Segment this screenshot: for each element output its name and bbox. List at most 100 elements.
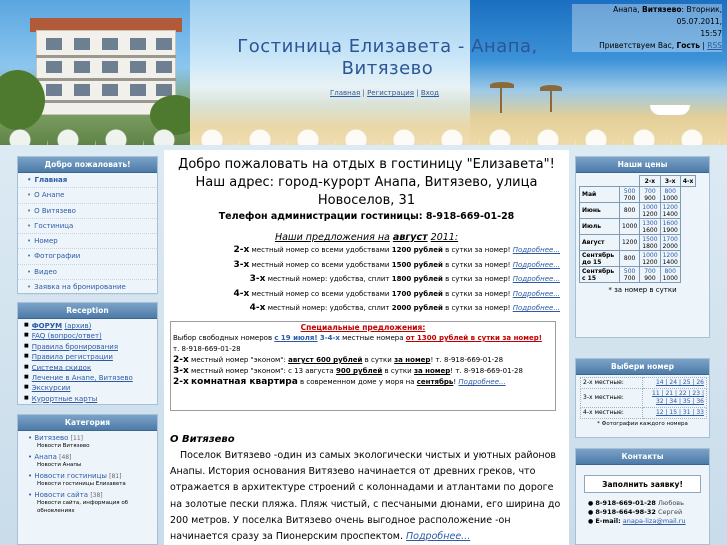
- room-links[interactable]: 11 | 21 | 22 | 23 | 32 | 34 | 35 | 36: [642, 388, 707, 408]
- location-prefix: Анапа,: [613, 5, 640, 14]
- menu-item-room[interactable]: • Номер: [18, 234, 157, 250]
- menu-item-label: Заявка на бронирование: [34, 283, 126, 292]
- contact-phone: ● 8-918-669-01-28 Любовь: [576, 499, 709, 508]
- menu-item-label: Фотографии: [34, 252, 81, 261]
- offers-list: 2-х местный номер со всеми удобствами 12…: [164, 243, 560, 316]
- category-item-site-news[interactable]: • Новости сайта [38]: [18, 488, 157, 499]
- special-date: с 19 июля!: [274, 334, 318, 342]
- offer-row: 4-х местный номер со всеми удобствами 17…: [164, 287, 560, 302]
- price-row: Июль 1000 1300 1600 1600 1900: [579, 218, 696, 235]
- menu-item-video[interactable]: • Видео: [18, 265, 157, 281]
- offer-type: 4-х: [233, 288, 250, 299]
- category-block: Категория • Витязево [11] Новости Витязе…: [17, 414, 158, 545]
- special-offer-line: 2-х комнатная квартира в современном дом…: [173, 377, 506, 387]
- reception-item-excursions[interactable]: ■ Экскурсии: [18, 383, 157, 393]
- contact-phone: ● 8-918-664-98-32 Сергей: [576, 508, 709, 517]
- more-link[interactable]: Подробнее...: [458, 378, 505, 386]
- room-links[interactable]: 12 | 15 | 31 | 33: [642, 407, 707, 419]
- nav-separator: |: [362, 89, 365, 97]
- main-content: Добро пожаловать на отдых в гостиницу "Е…: [164, 150, 569, 545]
- square-bullet-icon: ■: [24, 394, 29, 401]
- more-link[interactable]: Подробнее...: [513, 304, 560, 312]
- reception-item-registration-rules[interactable]: ■ Правила регистрации: [18, 352, 157, 362]
- menu-item-label: О Витязево: [34, 206, 76, 215]
- reception-item-label: Экскурсии: [31, 384, 71, 393]
- offer-row: 3-х местный номер: удобства, сплит 1800 …: [164, 272, 560, 287]
- offer-text-post: в сутки за номер!: [445, 289, 511, 298]
- menu-item-hotel[interactable]: • Гостиница: [18, 219, 157, 235]
- special-offer-line: Выбор свободных номеров с 19 июля! 3-4-х…: [173, 334, 542, 342]
- special-offer-phone: т. 8-918-669-01-28: [173, 345, 241, 353]
- more-link[interactable]: Подробнее...: [406, 531, 470, 542]
- menu-item-home[interactable]: • Главная: [18, 173, 157, 189]
- square-bullet-icon: ■: [24, 322, 29, 328]
- more-link[interactable]: Подробнее...: [513, 246, 560, 254]
- reception-item-forum[interactable]: ■ ФОРУМ (архив): [18, 321, 157, 331]
- price-row: Сентябрь с 15 500 700 700 900 800 1000: [579, 266, 696, 283]
- site-title: Гостиница Елизавета - Анапа, Витязево: [237, 36, 538, 79]
- more-link[interactable]: Подробнее...: [513, 290, 560, 298]
- category-label: Витязево: [34, 434, 69, 442]
- nav-login-link[interactable]: Вход: [421, 89, 439, 97]
- more-link[interactable]: Подробнее...: [513, 261, 560, 269]
- square-bullet-icon: ■: [24, 373, 29, 380]
- category-description: Новости сайта, информация об обновлениях: [37, 500, 129, 514]
- location-name: Витязево: [642, 5, 682, 14]
- email-link[interactable]: anapa-liza@mail.ru: [623, 517, 686, 525]
- order-request-button[interactable]: Заполнить заявку!: [584, 475, 701, 493]
- category-label: Анапа: [34, 453, 57, 461]
- welcome-line: Добро пожаловать на отдых в гостиницу "Е…: [178, 157, 555, 172]
- offer-price: 1700 рублей: [391, 289, 443, 298]
- category-description: Новости Анапы: [37, 462, 82, 468]
- offer-row: 4-х местный номер: удобства, сплит 2000 …: [164, 301, 560, 316]
- offer-type: 3-х: [233, 259, 250, 270]
- phone-number: 8-918-669-01-28: [595, 499, 656, 507]
- bullet-icon: •: [27, 252, 32, 261]
- menu-item-booking[interactable]: • Заявка на бронирование: [18, 280, 157, 296]
- offer-text: местный номер со всеми удобствами: [251, 260, 390, 269]
- about-title: О Витязево: [170, 434, 235, 445]
- offer-price: 1500 рублей: [391, 260, 443, 269]
- special-offer-line: 3-х местный номер "эконом": с 13 августа…: [173, 366, 523, 376]
- nav-register-link[interactable]: Регистрация: [367, 89, 414, 97]
- bullet-icon: •: [27, 176, 32, 184]
- category-title: Категория: [18, 415, 157, 431]
- menu-item-photos[interactable]: • Фотографии: [18, 249, 157, 265]
- category-item-anapa[interactable]: • Анапа [48]: [18, 450, 157, 461]
- price-month: Сентябрь до 15: [579, 250, 620, 267]
- reception-item-faq[interactable]: ■ FAQ (вопрос/ответ): [18, 331, 157, 341]
- reception-item-treatment[interactable]: ■ Лечение в Анапе, Витязево: [18, 373, 157, 383]
- prices-block: Наши цены 2-х 3-х 4-х Май 500 700 700 900 …: [575, 156, 710, 338]
- reception-item-discounts[interactable]: ■ Система скидок: [18, 363, 157, 373]
- category-item-vityazevo[interactable]: • Витязево [11]: [18, 431, 157, 442]
- menu-item-label: Видео: [34, 267, 57, 276]
- menu-item-label: Номер: [34, 237, 58, 246]
- forum-archive-link[interactable]: (архив): [64, 322, 91, 330]
- rooms-row: 4-х местные: 12 | 15 | 31 | 33: [580, 407, 707, 419]
- price-col-header: 3-х: [659, 175, 681, 187]
- reception-item-booking-rules[interactable]: ■ Правила бронирования: [18, 342, 157, 352]
- contacts-title: Контакты: [576, 449, 709, 465]
- reception-item-label: Правила бронирования: [31, 342, 119, 351]
- price-row: Май 500 700 700 900 800 1000: [579, 186, 696, 203]
- price-col-header: 4-х: [679, 175, 697, 187]
- rss-link[interactable]: RSS: [707, 41, 722, 50]
- contact-name: Любовь: [657, 499, 684, 507]
- bullet-icon: •: [27, 267, 32, 276]
- offer-type: 4-х: [249, 303, 266, 313]
- menu-item-label: Главная: [34, 176, 68, 184]
- offer-type: 2-х: [233, 245, 250, 255]
- category-item-hotel-news[interactable]: • Новости гостиницы [81]: [18, 469, 157, 480]
- reception-item-maps[interactable]: ■ Курортные карты: [18, 394, 157, 404]
- special-offers-box: Специальные предложения: Выбор свободных…: [170, 321, 556, 411]
- offer-text-post: в сутки за номер!: [445, 246, 511, 254]
- forum-link[interactable]: ФОРУМ: [32, 322, 62, 330]
- nav-home-link[interactable]: Главная: [330, 89, 360, 97]
- category-count: [81]: [109, 473, 122, 480]
- offer-text: местный номер: удобства, сплит: [267, 275, 390, 283]
- menu-item-anapa[interactable]: • О Анапе: [18, 188, 157, 204]
- menu-item-vityazevo[interactable]: • О Витязево: [18, 204, 157, 219]
- more-link[interactable]: Подробнее...: [513, 275, 560, 283]
- about-paragraph: Поселок Витязево -один из самых экологич…: [170, 450, 561, 543]
- room-links[interactable]: 14 | 24 | 25 | 26: [642, 377, 707, 389]
